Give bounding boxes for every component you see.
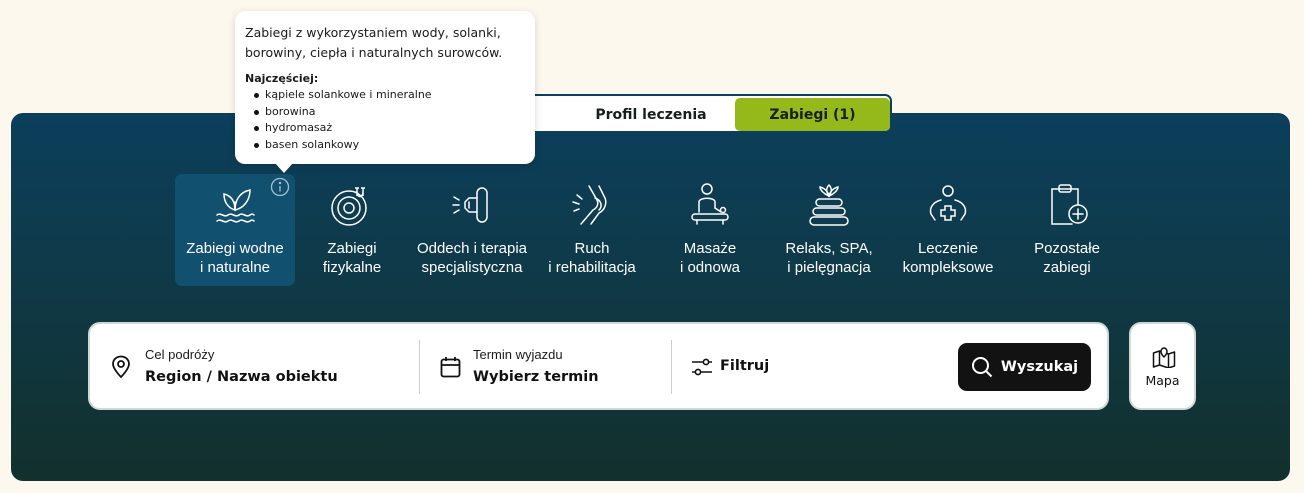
calendar-icon (440, 357, 461, 378)
category-label-line: Zabiegi wodne (186, 240, 284, 257)
category-label-line: zabiegi (1043, 259, 1091, 276)
sliders-icon (692, 358, 712, 376)
knee-joint-icon (572, 185, 607, 225)
category-label-line: i pielęgnacja (787, 259, 871, 276)
date-field[interactable]: Termin wyjazdu Wybierz termin (420, 324, 670, 408)
filter-label: Filtruj (720, 358, 770, 374)
search-button[interactable]: Wyszukaj (958, 343, 1091, 391)
tooltip-list-item: hydromasaż (245, 120, 525, 137)
category-pozostale[interactable]: Pozostałe zabiegi (1007, 174, 1127, 286)
category-oddech[interactable]: Oddech i terapia specjalistyczna (412, 174, 532, 286)
tooltip-list-item: kąpiele solankowe i mineralne (245, 87, 525, 104)
tooltip-description: Zabiegi z wykorzystaniem wody, solanki, … (245, 25, 503, 60)
category-label: Leczenie kompleksowe (888, 239, 1008, 277)
category-label: Masaże i odnowa (650, 239, 770, 277)
search-bar: Cel podróży Region / Nazwa obiektu Termi… (88, 322, 1109, 410)
leaf-water-icon (216, 189, 255, 223)
destination-value: Region / Nazwa obiektu (145, 369, 338, 385)
category-label-line: specjalistyczna (421, 259, 523, 276)
category-relaks[interactable]: Relaks, SPA, i pielęgnacja (769, 174, 889, 286)
category-label-line: Leczenie (917, 240, 979, 257)
category-label-line: fizykalne (322, 259, 382, 276)
date-label: Termin wyjazdu (473, 347, 563, 362)
category-label-line: Ruch (574, 240, 610, 257)
inhaler-icon (452, 187, 488, 223)
spa-stones-icon (809, 183, 849, 226)
category-leczenie-kompleksowe[interactable]: Leczenie kompleksowe (888, 174, 1008, 286)
category-label-line: i rehabilitacja (548, 259, 636, 276)
clipboard-plus-icon (1051, 184, 1088, 225)
category-label-line: i naturalne (199, 259, 271, 276)
tooltip-most-label: Najczęściej: (245, 72, 319, 85)
search-mode-tabs: Profil leczenia Zabiegi (1) (494, 94, 892, 133)
map-button-label: Mapa (1145, 373, 1180, 388)
map-icon (1152, 347, 1176, 368)
category-label: Zabiegi fizykalne (292, 239, 412, 277)
tooltip-list: kąpiele solankowe i mineralne borowina h… (245, 87, 525, 153)
hands-cross-icon (929, 185, 967, 221)
category-label-line: Pozostałe (1034, 240, 1100, 257)
date-value: Wybierz termin (473, 369, 599, 385)
tooltip-list-item: borowina (245, 104, 525, 121)
category-label-line: i odnowa (679, 259, 741, 276)
massage-icon (691, 183, 729, 225)
category-label-line: Zabiegi (327, 240, 377, 257)
search-panel (11, 113, 1290, 481)
category-label-line: kompleksowe (902, 259, 994, 276)
category-label: Pozostałe zabiegi (1007, 239, 1127, 277)
category-label-line: Masaże (683, 240, 737, 257)
category-label-line: Relaks, SPA, (785, 240, 873, 257)
category-label: Relaks, SPA, i pielęgnacja (769, 239, 889, 277)
tab-zabiegi[interactable]: Zabiegi (1) (735, 98, 890, 131)
category-ruch[interactable]: Ruch i rehabilitacja (532, 174, 652, 286)
magnet-target-icon (331, 187, 367, 226)
category-zabiegi-fizykalne[interactable]: Zabiegi fizykalne (292, 174, 412, 286)
tooltip-list-item: basen solankowy (245, 137, 525, 154)
destination-field[interactable]: Cel podróży Region / Nazwa obiektu (90, 324, 418, 408)
category-masaze[interactable]: Masaże i odnowa (650, 174, 770, 286)
category-label: Zabiegi wodne i naturalne (175, 239, 295, 277)
category-zabiegi-wodne[interactable]: Zabiegi wodne i naturalne (175, 174, 295, 286)
category-label: Ruch i rehabilitacja (532, 239, 652, 277)
category-info-tooltip: Zabiegi z wykorzystaniem wody, solanki, … (235, 11, 535, 173)
info-icon[interactable] (270, 177, 290, 197)
filter-button[interactable]: Filtruj (672, 324, 792, 408)
category-label: Oddech i terapia specjalistyczna (412, 239, 532, 277)
destination-label: Cel podróży (145, 347, 215, 362)
tab-profil-leczenia[interactable]: Profil leczenia (556, 98, 746, 131)
category-label-line: Oddech i terapia (416, 240, 528, 257)
category-list: Zabiegi wodne i naturalne Zabiegi fizyka… (175, 174, 1175, 286)
search-button-label: Wyszukaj (1000, 359, 1079, 375)
location-pin-icon (112, 355, 130, 379)
map-button[interactable]: Mapa (1129, 322, 1196, 410)
search-icon (971, 357, 993, 378)
